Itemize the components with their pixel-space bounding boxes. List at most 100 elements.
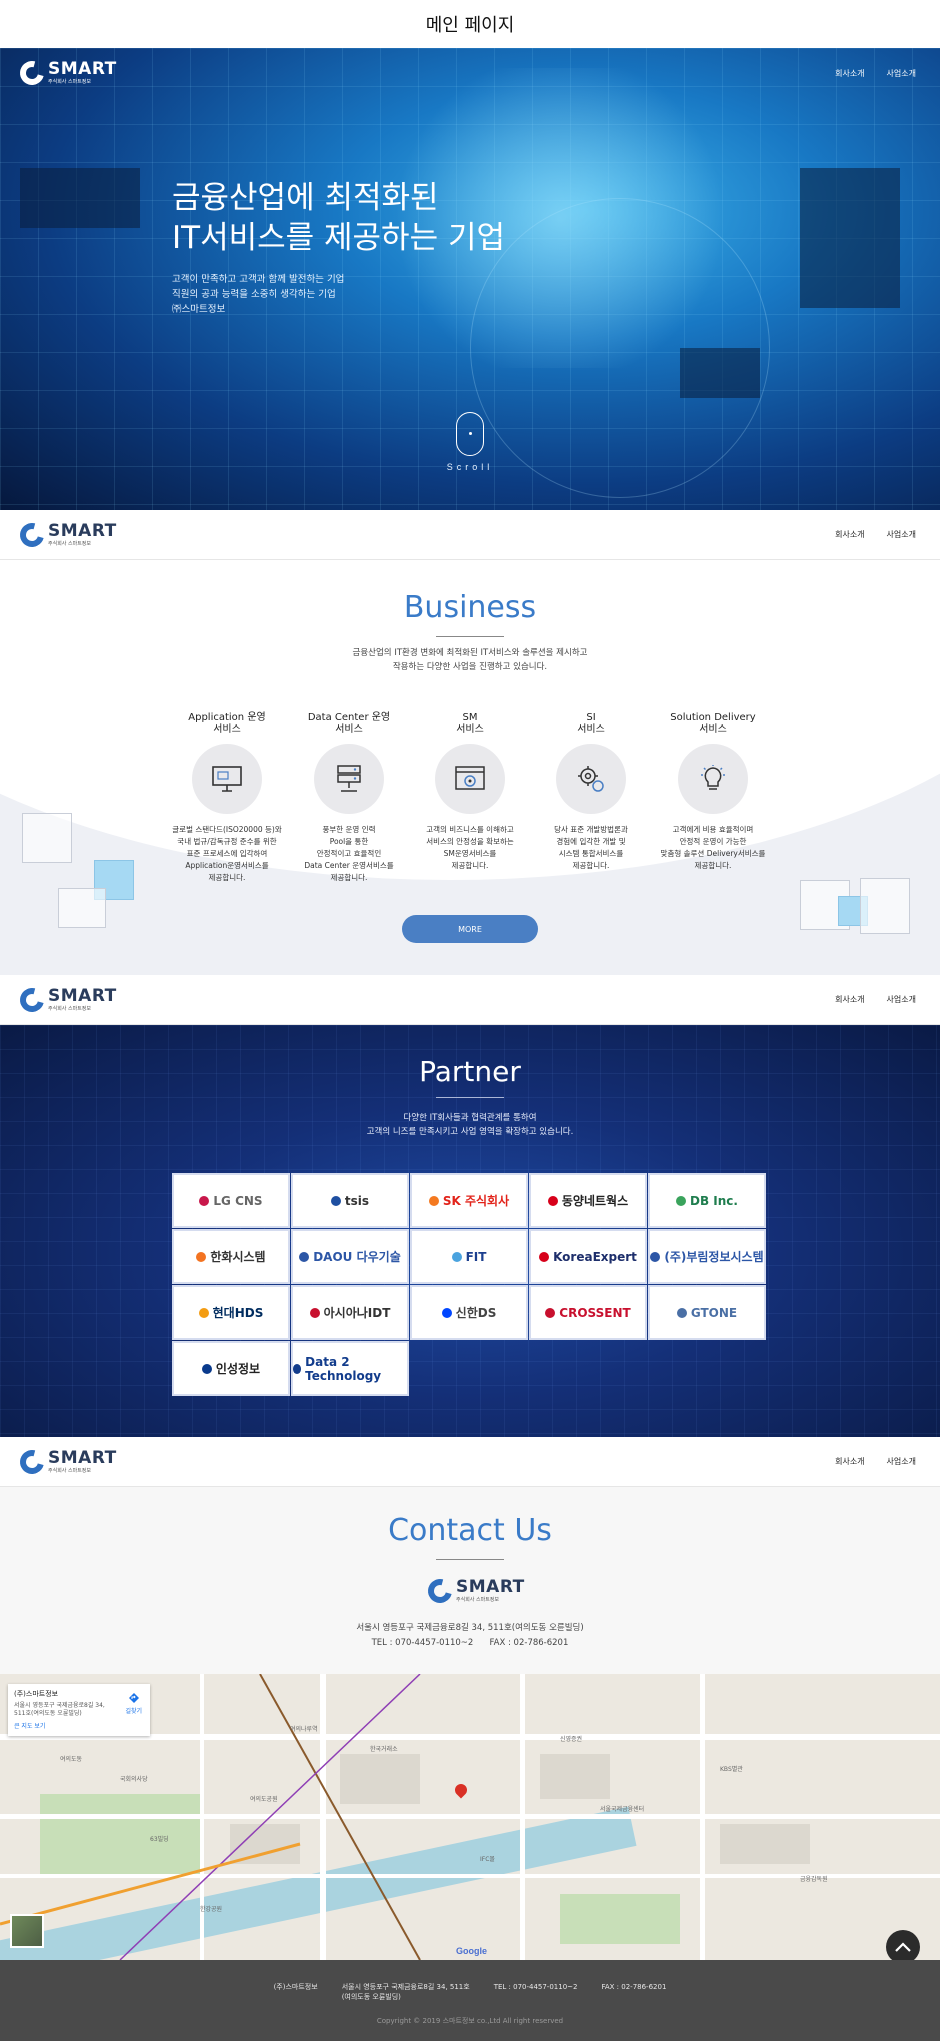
service-title-line: Data Center 운영 bbox=[307, 712, 391, 723]
business-section: Business 금융산업의 IT환경 변화에 최적화된 IT서비스와 솔루션을… bbox=[0, 560, 940, 975]
logo-word: SMART bbox=[48, 985, 117, 1006]
service-solution-delivery[interactable]: Solution Delivery 서비스 고객에게 비용 효율적이며 안정적 운… bbox=[657, 712, 769, 872]
hero-decoration bbox=[800, 168, 900, 308]
heading-rule bbox=[436, 1559, 504, 1560]
partner-logo[interactable]: 아시아나IDT bbox=[291, 1285, 409, 1340]
service-si[interactable]: SI 서비스 당사 표준 개발방법론과 경험에 입각한 개발 및 시스템 통합서비… bbox=[535, 712, 647, 872]
partner-logo[interactable]: Data 2 Technology bbox=[291, 1341, 409, 1396]
monitor-icon bbox=[192, 744, 262, 814]
logo[interactable]: SMART 주식회사 스마트정보 bbox=[15, 56, 117, 90]
footer: (주)스마트정보 서울시 영등포구 국제금융로8길 34, 511호 (여의도동 … bbox=[0, 1960, 940, 2041]
service-desc-line: 당사 표준 개발방법론과 bbox=[554, 825, 628, 834]
map-embed[interactable]: 여의도동 국회의사당 한국거래소 여의도공원 신영증권 여의나루역 서울국제금융… bbox=[0, 1674, 940, 1960]
logo-mark-icon bbox=[15, 1445, 49, 1478]
service-title-line: 서비스 bbox=[456, 724, 484, 735]
partner-logo[interactable]: KoreaExpert bbox=[529, 1229, 647, 1284]
logo-mark-icon bbox=[15, 56, 49, 90]
partner-logo-name: 동양네트웍스 bbox=[561, 1194, 629, 1208]
hero-decoration bbox=[680, 348, 760, 398]
partner-logo-mark-icon bbox=[293, 1363, 302, 1374]
nav-company[interactable]: 회사소개 bbox=[835, 529, 864, 540]
partner-logo-name: KoreaExpert bbox=[553, 1249, 637, 1264]
service-title-line: Solution Delivery bbox=[670, 712, 756, 723]
service-desc-line: 제공합니다. bbox=[694, 861, 732, 870]
partner-logo[interactable]: CROSSENT bbox=[529, 1285, 647, 1340]
nav-business[interactable]: 사업소개 bbox=[887, 529, 916, 540]
service-desc-line: 제공합니다. bbox=[208, 873, 246, 882]
footer-address-line: (여의도동 오륜빌딩) bbox=[341, 1993, 401, 2001]
partner-logo[interactable]: 신한DS bbox=[410, 1285, 528, 1340]
partner-logo[interactable]: 현대HDS bbox=[172, 1285, 290, 1340]
partner-logo[interactable]: 한화시스템 bbox=[172, 1229, 290, 1284]
more-button[interactable]: MORE bbox=[402, 915, 538, 943]
map-label: 여의나루역 bbox=[290, 1726, 318, 1733]
footer-tel: TEL : 070-4457-0110~2 bbox=[493, 1983, 578, 1991]
map-label: 한강공원 bbox=[200, 1906, 223, 1913]
scroll-top-button[interactable] bbox=[886, 1930, 920, 1964]
partner-logo-name: (주)부림정보시스템 bbox=[664, 1250, 764, 1264]
partner-logo[interactable]: LG CNS bbox=[172, 1173, 290, 1228]
partner-logo[interactable]: DAOU 다우기술 bbox=[291, 1229, 409, 1284]
partner-desc-line: 다양한 IT회사들과 협력관계를 통하여 bbox=[403, 1113, 537, 1123]
partner-logo-name: DAOU 다우기술 bbox=[313, 1250, 401, 1264]
partner-logo[interactable]: FIT bbox=[410, 1229, 528, 1284]
service-desc-line: SM운영서비스를 bbox=[443, 849, 497, 858]
nav-company[interactable]: 회사소개 bbox=[835, 68, 864, 79]
partner-logo[interactable]: 인성정보 bbox=[172, 1341, 290, 1396]
partner-description: 다양한 IT회사들과 협력관계를 통하여 고객의 니즈를 만족시키고 사업 영역… bbox=[0, 1111, 940, 1139]
service-sm[interactable]: SM 서비스 고객의 비즈니스를 이해하고 서비스의 안정성을 확보하는 SM운영… bbox=[414, 712, 526, 872]
map-label: 국회의사당 bbox=[120, 1776, 148, 1783]
contact-navbar: SMART 주식회사 스마트정보 회사소개 사업소개 bbox=[0, 1437, 940, 1487]
map-card-address: 서울시 영등포구 국제금융로8길 34, 511호(여의도동 오륜빌딩) bbox=[14, 1702, 105, 1717]
nav-business[interactable]: 사업소개 bbox=[887, 1456, 916, 1467]
partner-logo[interactable]: 동양네트웍스 bbox=[529, 1173, 647, 1228]
hero-desc-line: 고객이 만족하고 고객과 함께 발전하는 기업 bbox=[172, 274, 345, 285]
nav-business[interactable]: 사업소개 bbox=[887, 68, 916, 79]
partner-logo-name: SK 주식회사 bbox=[442, 1194, 510, 1208]
partner-logo-name: 신한DS bbox=[455, 1306, 497, 1320]
partner-logo-name: 아시아나IDT bbox=[323, 1306, 391, 1320]
service-desc-line: 안정적이고 효율적인 bbox=[316, 849, 382, 858]
footer-address-line: 서울시 영등포구 국제금융로8길 34, 511호 bbox=[341, 1983, 470, 1991]
logo[interactable]: SMART 주식회사 스마트정보 bbox=[15, 983, 117, 1016]
footer-fax: FAX : 02-786-6201 bbox=[601, 1983, 667, 1991]
scroll-mouse-icon[interactable] bbox=[456, 412, 484, 456]
partner-logo[interactable]: DB Inc. bbox=[648, 1173, 766, 1228]
hero-navbar: SMART 주식회사 스마트정보 회사소개 사업소개 bbox=[0, 48, 940, 98]
logo-word: SMART bbox=[456, 1577, 525, 1597]
logo-mark-icon bbox=[423, 1574, 457, 1608]
map-label: 63빌딩 bbox=[150, 1836, 169, 1843]
service-desc-line: 고객의 비즈니스를 이해하고 bbox=[426, 825, 514, 834]
partner-logo[interactable]: GTONE bbox=[648, 1285, 766, 1340]
footer-company: (주)스마트정보 bbox=[273, 1983, 318, 1991]
service-desc-line: 글로벌 스탠다드(ISO20000 등)와 bbox=[172, 825, 282, 834]
partner-logo[interactable]: (주)부림정보시스템 bbox=[648, 1229, 766, 1284]
directions-button[interactable]: 길찾기 bbox=[125, 1692, 142, 1715]
service-application[interactable]: Application 운영 서비스 글로벌 스탠다드(ISO20000 등)와 … bbox=[171, 712, 283, 884]
cube-decoration bbox=[58, 888, 106, 928]
satellite-toggle[interactable] bbox=[10, 1914, 44, 1948]
browser-gear-icon bbox=[435, 744, 505, 814]
partner-logo-mark-icon bbox=[650, 1251, 661, 1262]
nav-business[interactable]: 사업소개 bbox=[887, 994, 916, 1005]
contact-section: Contact Us SMART 주식회사 스마트정보 서울시 영등포구 국제금… bbox=[0, 1487, 940, 1674]
map-larger-link[interactable]: 큰 지도 보기 bbox=[14, 1721, 144, 1730]
logo-sub: 주식회사 스마트정보 bbox=[48, 540, 91, 547]
nav-company[interactable]: 회사소개 bbox=[835, 1456, 864, 1467]
service-desc-line: 국내 법규/감독규정 준수를 위한 bbox=[177, 837, 277, 846]
partner-logo[interactable]: SK 주식회사 bbox=[410, 1173, 528, 1228]
gears-icon bbox=[556, 744, 626, 814]
service-data-center[interactable]: Data Center 운영 서비스 풍부한 운영 인력 Pool을 통한 안정적… bbox=[293, 712, 405, 884]
footer-address: 서울시 영등포구 국제금융로8길 34, 511호 (여의도동 오륜빌딩) bbox=[342, 1982, 470, 2002]
partner-logo-mark-icon bbox=[299, 1251, 310, 1262]
partner-logo-mark-icon bbox=[309, 1307, 320, 1318]
partner-logo-name: Data 2 Technology bbox=[305, 1354, 382, 1383]
hero-headline-line: IT서비스를 제공하는 기업 bbox=[172, 220, 505, 256]
nav-company[interactable]: 회사소개 bbox=[835, 994, 864, 1005]
map-label: 한국거래소 bbox=[370, 1746, 398, 1753]
map-label: 여의도동 bbox=[60, 1756, 83, 1763]
logo[interactable]: SMART 주식회사 스마트정보 bbox=[15, 518, 117, 551]
logo[interactable]: SMART 주식회사 스마트정보 bbox=[15, 1445, 117, 1478]
contact-heading: Contact Us bbox=[388, 1513, 552, 1548]
partner-logo[interactable]: tsis bbox=[291, 1173, 409, 1228]
